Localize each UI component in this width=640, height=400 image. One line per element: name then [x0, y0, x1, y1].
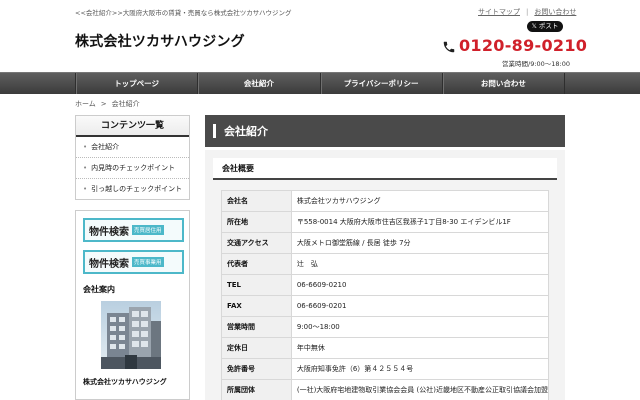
- breadcrumb-arrow: >: [100, 100, 107, 108]
- phone-icon: [442, 39, 456, 53]
- breadcrumb-current: 会社紹介: [111, 100, 140, 108]
- table-row: 定休日 年中無休: [221, 337, 550, 359]
- row-label: TEL: [221, 274, 292, 296]
- contents-title: コンテンツ一覧: [76, 116, 189, 137]
- header-tagline: <<会社紹介>>大阪府大阪市の賃貸・売買なら株式会社ツカサハウジング: [75, 9, 292, 17]
- company-overview-panel: 会社概要 会社名 株式会社ツカサハウジング 所在地 〒558-0014 大阪府大阪市…: [205, 150, 565, 400]
- row-label: 会社名: [221, 190, 292, 212]
- row-label: 営業時間: [221, 316, 292, 338]
- row-label: FAX: [221, 295, 292, 317]
- contact-link[interactable]: お問い合わせ: [534, 8, 576, 16]
- phone-number[interactable]: 0120-89-0210: [459, 36, 587, 55]
- table-row: 会社名 株式会社ツカサハウジング: [221, 190, 550, 212]
- row-label: 免許番号: [221, 358, 292, 380]
- nav-top[interactable]: トップページ: [75, 73, 197, 94]
- contents-list: コンテンツ一覧 • 会社紹介 • 内見時のチェックポイント • 引っ越しのチェックポイ…: [75, 115, 190, 200]
- breadcrumb: ホーム > 会社紹介: [75, 99, 140, 109]
- page-title-bar: 会社紹介: [205, 115, 565, 147]
- table-row: 所属団体 (一社)大阪府宅地建物取引業協会会員 (公社)近畿地区不動産公正取引協議…: [221, 379, 550, 400]
- row-value: 年中無休: [290, 337, 550, 359]
- row-label: 交通アクセス: [221, 232, 292, 254]
- contents-item-moving[interactable]: • 引っ越しのチェックポイント: [76, 179, 189, 200]
- row-value: 大阪府知事免許（6）第４２５５４号: [290, 358, 550, 380]
- section-header: 会社概要: [213, 158, 557, 180]
- company-info-title: 会社案内: [83, 285, 115, 294]
- top-links: サイトマップ | お問い合わせ: [478, 7, 576, 17]
- table-row: FAX 06-6609-0201: [221, 295, 550, 317]
- building-photo: [101, 301, 161, 369]
- contents-item-company[interactable]: • 会社紹介: [76, 137, 189, 158]
- table-row: 営業時間 9:00～18:00: [221, 316, 550, 338]
- property-search-business-banner[interactable]: 物件検索 売買事業用: [83, 250, 184, 274]
- row-label: 代表者: [221, 253, 292, 275]
- global-nav: トップページ 会社紹介 プライバシーポリシー お問い合わせ: [0, 72, 640, 94]
- section-title: 会社概要: [222, 164, 254, 173]
- bullet-icon: •: [83, 164, 88, 172]
- row-value: 辻 弘: [290, 253, 550, 275]
- table-row: 免許番号 大阪府知事免許（6）第４２５５４号: [221, 358, 550, 380]
- row-value: 06-6609-0201: [290, 295, 550, 317]
- row-value: 〒558-0014 大阪府大阪市住吉区我孫子1丁目8-30 エイデンビル1F: [290, 211, 550, 233]
- company-info-table: 会社名 株式会社ツカサハウジング 所在地 〒558-0014 大阪府大阪市住吉区我孫…: [221, 190, 550, 400]
- nav-company[interactable]: 会社紹介: [197, 73, 319, 94]
- sitemap-link[interactable]: サイトマップ: [478, 8, 520, 16]
- row-value: 大阪メトロ御堂筋線 / 長居 徒歩 7分: [290, 232, 550, 254]
- breadcrumb-home[interactable]: ホーム: [75, 100, 96, 108]
- page-title: 会社紹介: [224, 125, 268, 138]
- row-label: 所属団体: [221, 379, 292, 400]
- business-hours: 営業時間/9:00～18:00: [502, 60, 571, 68]
- nav-privacy[interactable]: プライバシーポリシー: [319, 73, 442, 94]
- contents-item-viewing[interactable]: • 内見時のチェックポイント: [76, 158, 189, 179]
- sidebar-company-name: 株式会社ツカサハウジング: [83, 378, 167, 386]
- bullet-icon: •: [83, 185, 88, 193]
- x-post-button[interactable]: 𝕏 ポスト: [527, 21, 563, 32]
- nav-contact[interactable]: お問い合わせ: [441, 73, 565, 94]
- table-row: TEL 06-6609-0210: [221, 274, 550, 296]
- property-search-residential-banner[interactable]: 物件検索 売買居住用: [83, 218, 184, 242]
- row-label: 定休日: [221, 337, 292, 359]
- row-value: 株式会社ツカサハウジング: [290, 190, 550, 212]
- table-row: 代表者辻 弘: [221, 253, 550, 275]
- row-value: 06-6609-0210: [290, 274, 550, 296]
- row-value: (一社)大阪府宅地建物取引業協会会員 (公社)近畿地区不動産公正取引協議会加盟: [290, 379, 550, 400]
- row-value: 9:00～18:00: [290, 316, 550, 338]
- title-accent-bar: [213, 124, 216, 138]
- sidebar-info: 物件検索 売買居住用 物件検索 売買事業用 会社案内 株式会社ツカサハウジング: [75, 210, 190, 400]
- table-row: 交通アクセス 大阪メトロ御堂筋線 / 長居 徒歩 7分: [221, 232, 550, 254]
- site-logo[interactable]: 株式会社ツカサハウジング: [75, 31, 245, 51]
- link-separator: |: [526, 8, 529, 16]
- table-row: 所在地 〒558-0014 大阪府大阪市住吉区我孫子1丁目8-30 エイデンビル1…: [221, 211, 550, 233]
- row-label: 所在地: [221, 211, 292, 233]
- phone-block: 0120-89-0210: [442, 36, 587, 55]
- bullet-icon: •: [83, 143, 88, 151]
